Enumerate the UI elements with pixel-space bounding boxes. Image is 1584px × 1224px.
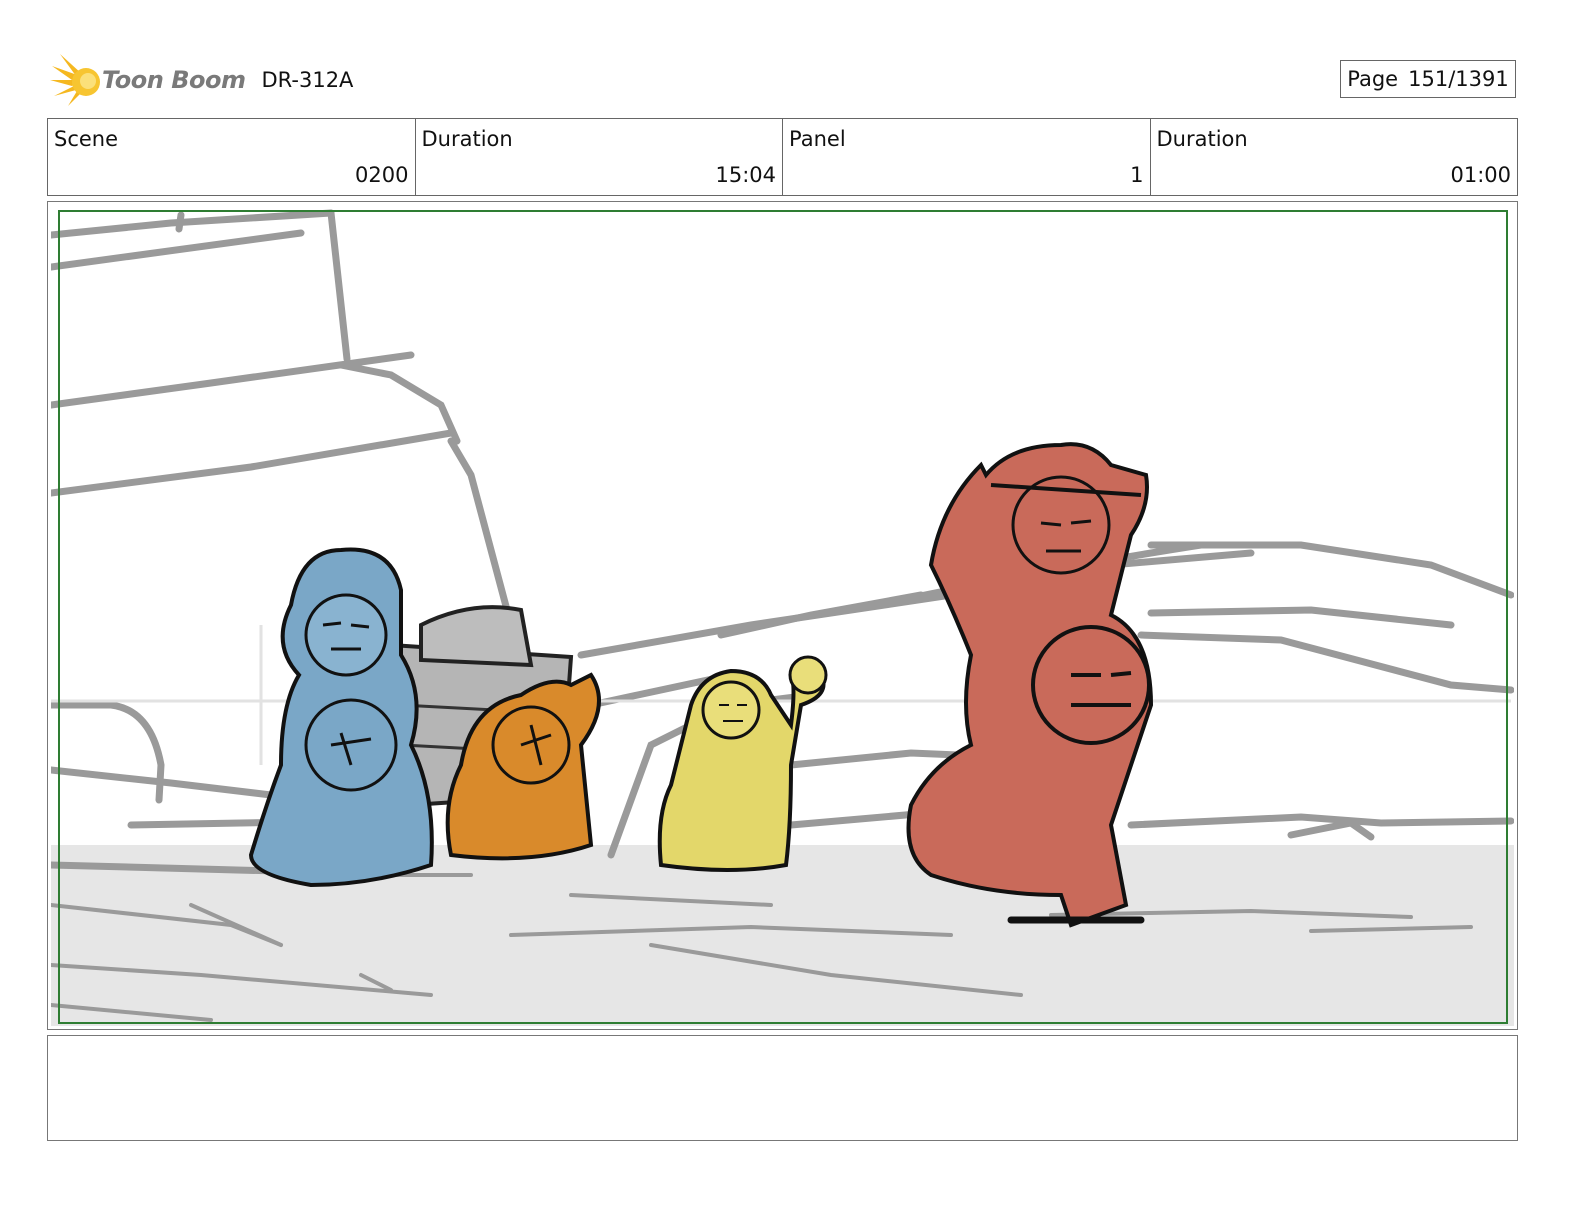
page-label: Page (1347, 67, 1399, 91)
scene-duration-label: Duration (421, 127, 513, 151)
panel-drawing (51, 209, 1514, 1026)
page-header: Toon Boom DR-312A (50, 52, 530, 108)
red-character (906, 442, 1154, 928)
panel-label: Panel (789, 127, 846, 151)
panel-duration-value: 01:00 (1450, 163, 1511, 187)
toon-boom-star-icon (50, 54, 100, 106)
panel-cell: Panel 1 (783, 119, 1151, 195)
panel-value: 1 (1130, 163, 1144, 187)
scene-duration-value: 15:04 (715, 163, 776, 187)
scene-label: Scene (54, 127, 119, 151)
scene-info-table: Scene 0200 Duration 15:04 Panel 1 Durati… (47, 118, 1518, 196)
action-notes-box[interactable] (47, 1035, 1518, 1141)
page-indicator: Page 151/1391 (1340, 60, 1516, 98)
scene-cell: Scene 0200 (48, 119, 416, 195)
episode-code: DR-312A (261, 68, 354, 92)
brand-name: Toon Boom (102, 66, 246, 94)
panel-duration-cell: Duration 01:00 (1151, 119, 1518, 195)
blue-character (248, 547, 434, 888)
page-value: 151/1391 (1408, 67, 1509, 91)
storyboard-panel (47, 201, 1518, 1030)
panel-duration-label: Duration (1156, 127, 1248, 151)
scene-duration-cell: Duration 15:04 (416, 119, 783, 195)
scene-value: 0200 (355, 163, 409, 187)
